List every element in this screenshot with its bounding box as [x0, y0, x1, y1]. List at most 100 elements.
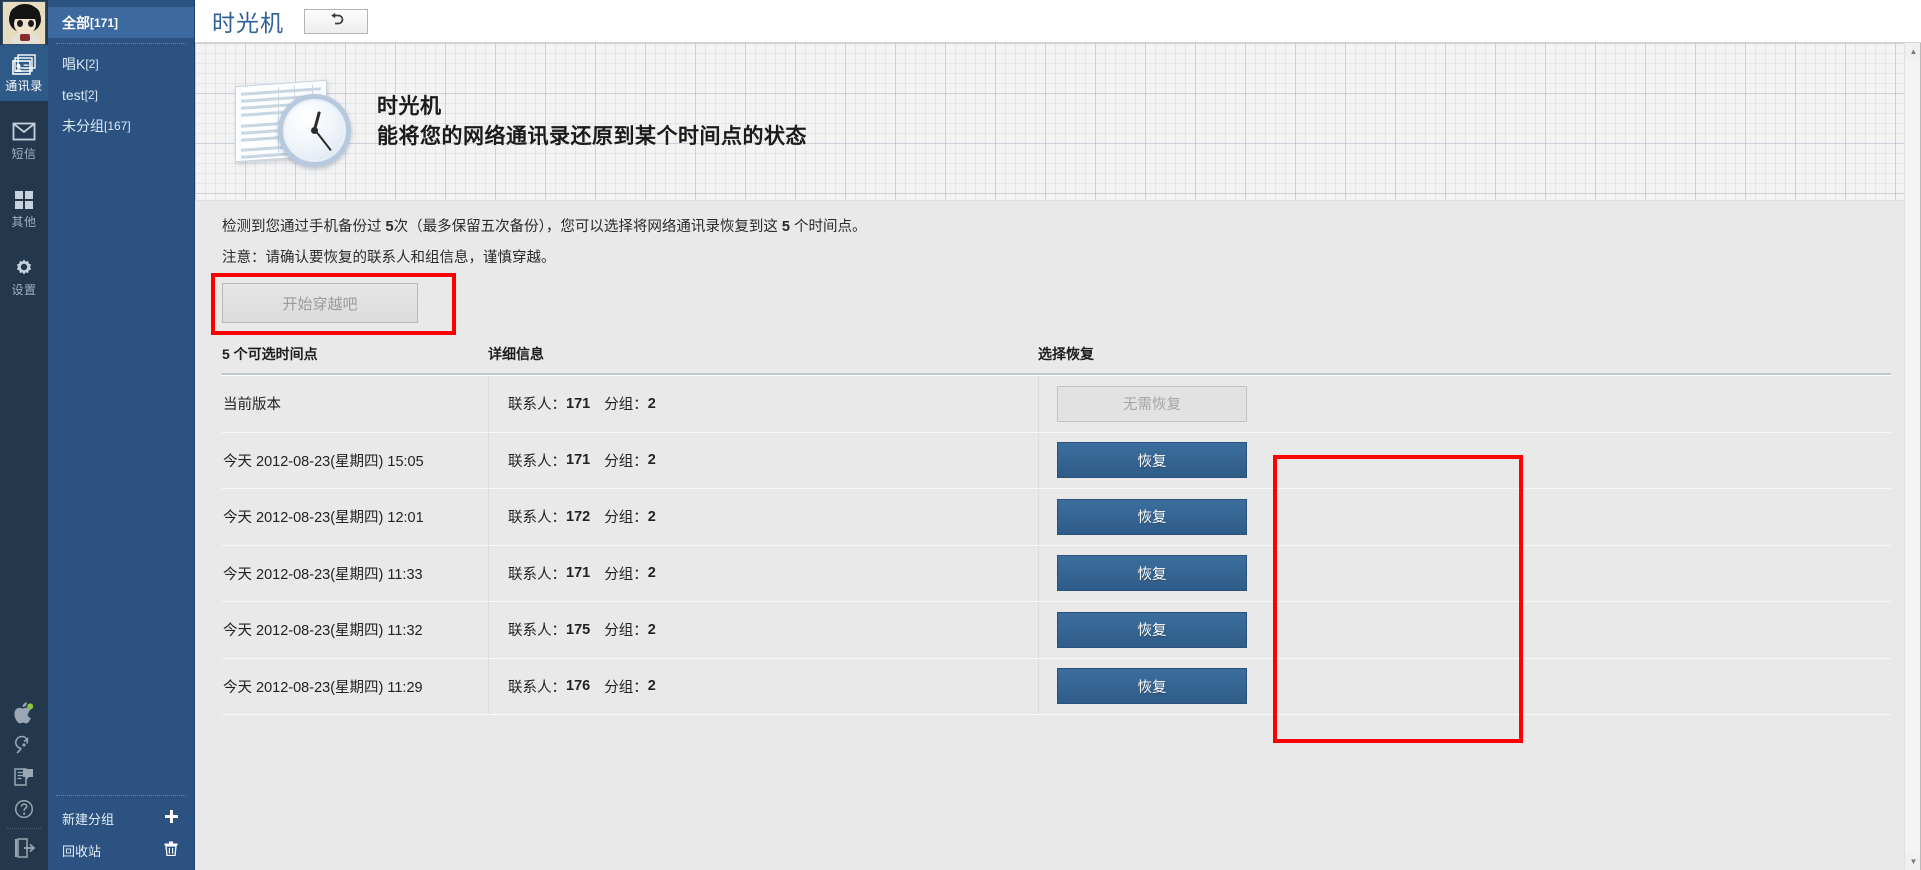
- apple-icon[interactable]: [0, 697, 48, 729]
- rail-divider: [7, 828, 41, 829]
- row-action: 无需恢复: [1038, 376, 1891, 432]
- vertical-scrollbar[interactable]: ▲ ▼: [1904, 43, 1921, 870]
- row-detail: 联系人： 172 分组： 2: [488, 489, 1038, 545]
- contacts-label: 联系人：: [508, 679, 566, 696]
- page-title: 时光机: [212, 10, 284, 36]
- groups-value: 2: [647, 565, 656, 582]
- avatar[interactable]: [2, 1, 46, 45]
- plus-icon: [165, 810, 178, 826]
- notice-line-2: 注意：请确认要恢复的联系人和组信息，谨慎穿越。: [222, 250, 556, 266]
- rail-item-label: 短信: [11, 147, 37, 161]
- contacts-label: 联系人：: [508, 397, 566, 414]
- content-scroll-area: 时光机 能将您的网络通讯录还原到某个时间点的状态 检测到您通过手机备份过 5次（…: [195, 43, 1921, 870]
- contacts-label: 联系人：: [508, 566, 566, 583]
- table-row: 今天 2012-08-23(星期四) 11:32 联系人： 175 分组： 2 恢复: [222, 602, 1891, 659]
- groups-label: 分组：: [604, 453, 648, 470]
- row-detail: 联系人： 171 分组： 2: [488, 545, 1038, 601]
- groups-label: 分组：: [604, 623, 648, 640]
- banner-text: 时光机 能将您的网络通讯录还原到某个时间点的状态: [377, 92, 807, 152]
- groups-value: 2: [647, 678, 656, 695]
- group-panel: 全部[171] 唱K[2] test[2] 未分组[167] 新建分组: [48, 0, 195, 870]
- row-detail: 联系人： 171 分组： 2: [488, 376, 1038, 432]
- group-list: 全部 [171] 唱K [2] test [2] 未分组 [167]: [48, 0, 194, 141]
- contacts-value: 171: [566, 395, 591, 412]
- groups-label: 分组：: [604, 397, 648, 414]
- group-footer-divider: [56, 795, 186, 796]
- groups-label: 分组：: [604, 679, 648, 696]
- groups-label: 分组：: [604, 510, 648, 527]
- row-time: 当前版本: [223, 397, 281, 414]
- group-item-ungrouped[interactable]: 未分组 [167]: [48, 110, 194, 141]
- row-detail: 联系人： 176 分组： 2: [488, 658, 1038, 714]
- gear-icon: [0, 258, 48, 280]
- table-row: 今天 2012-08-23(星期四) 15:05 联系人： 171 分组： 2 恢复: [222, 432, 1891, 489]
- table-row: 当前版本 联系人： 171 分组： 2 无需恢复: [222, 376, 1891, 433]
- banner-subheading: 能将您的网络通讯录还原到某个时间点的状态: [377, 124, 807, 148]
- group-item-all[interactable]: 全部 [171]: [48, 7, 194, 38]
- group-name: 唱K: [62, 55, 86, 72]
- feedback-icon[interactable]: [0, 761, 48, 793]
- group-count: [171]: [90, 15, 119, 30]
- row-detail: 联系人： 171 分组： 2: [488, 432, 1038, 488]
- groups-value: 2: [647, 395, 656, 412]
- contacts-label: 联系人：: [508, 510, 566, 527]
- header-action: 选择恢复: [1038, 346, 1094, 362]
- recycle-bin-button[interactable]: 回收站: [48, 834, 194, 866]
- timemachine-banner: 时光机 能将您的网络通讯录还原到某个时间点的状态: [195, 43, 1921, 201]
- start-travel-button[interactable]: 开始穿越吧: [222, 283, 418, 323]
- help-icon[interactable]: [0, 793, 48, 825]
- content-body: 检测到您通过手机备份过 5次（最多保留五次备份），您可以选择将网络通讯录恢复到这…: [195, 201, 1921, 715]
- row-detail: 联系人： 175 分组： 2: [488, 602, 1038, 658]
- icon-rail: 通讯录 短信 其他 设置: [0, 0, 48, 870]
- contacts-label: 联系人：: [508, 453, 566, 470]
- rail-item-settings[interactable]: 设置: [0, 249, 48, 305]
- group-name: test: [62, 86, 85, 103]
- row-action: 恢复: [1038, 658, 1891, 714]
- timepoint-count: 5: [781, 219, 790, 235]
- row-time: 今天 2012-08-23(星期四) 11:32: [223, 623, 423, 640]
- group-item-karaoke[interactable]: 唱K [2]: [48, 48, 194, 79]
- group-panel-footer: 新建分组 回收站: [48, 795, 194, 870]
- contacts-icon: [0, 54, 48, 76]
- main-content: 时光机 时光机 能将您的网络通讯录还原到某个时间点的状态 检测到您通过手机备份过…: [195, 0, 1921, 870]
- back-button[interactable]: [304, 8, 368, 34]
- logout-icon[interactable]: [0, 832, 48, 864]
- scroll-down-arrow[interactable]: ▼: [1905, 853, 1921, 870]
- rail-item-label: 其他: [11, 215, 37, 229]
- group-item-test[interactable]: test [2]: [48, 79, 194, 110]
- new-group-button[interactable]: 新建分组: [48, 802, 194, 834]
- groups-label: 分组：: [604, 566, 648, 583]
- avatar-eye-left: [17, 20, 23, 27]
- magnifier-icon[interactable]: [0, 729, 48, 761]
- no-restore-needed-button: 无需恢复: [1057, 385, 1247, 422]
- table-row: 今天 2012-08-23(星期四) 11:29 联系人： 176 分组： 2 恢复: [222, 658, 1891, 715]
- avatar-bowtie: [20, 34, 30, 41]
- row-time: 今天 2012-08-23(星期四) 12:01: [223, 510, 424, 527]
- rail-item-sms[interactable]: 短信: [0, 113, 48, 169]
- banner-heading: 时光机: [377, 94, 442, 118]
- contacts-value: 172: [566, 508, 591, 525]
- trash-icon: [164, 841, 178, 859]
- clock-center-pin: [311, 126, 318, 134]
- rail-item-contacts[interactable]: 通讯录: [0, 45, 48, 101]
- contacts-label: 联系人：: [508, 623, 566, 640]
- restore-button[interactable]: 恢复: [1057, 668, 1247, 705]
- timemachine-illustration: [230, 70, 355, 174]
- restore-button[interactable]: 恢复: [1057, 498, 1247, 535]
- row-time: 今天 2012-08-23(星期四) 15:05: [223, 453, 424, 470]
- group-count: [2]: [84, 87, 98, 102]
- rail-item-other[interactable]: 其他: [0, 181, 48, 237]
- contacts-value: 176: [566, 678, 591, 695]
- notice-text-b: 次（最多保留五次备份），您可以选择将网络通讯录恢复到这: [393, 219, 782, 235]
- backup-count: 5: [385, 219, 394, 235]
- restore-button[interactable]: 恢复: [1057, 555, 1247, 592]
- scroll-up-arrow[interactable]: ▲: [1905, 43, 1921, 60]
- group-divider: [56, 43, 186, 44]
- row-time: 今天 2012-08-23(星期四) 11:29: [223, 679, 423, 696]
- restore-button[interactable]: 恢复: [1057, 611, 1247, 648]
- recycle-bin-label: 回收站: [62, 843, 102, 859]
- restore-button[interactable]: 恢复: [1057, 442, 1247, 479]
- grid-icon: [0, 190, 48, 212]
- notice-line-1: 检测到您通过手机备份过 5次（最多保留五次备份），您可以选择将网络通讯录恢复到这…: [222, 201, 1891, 238]
- group-name: 未分组: [62, 117, 104, 134]
